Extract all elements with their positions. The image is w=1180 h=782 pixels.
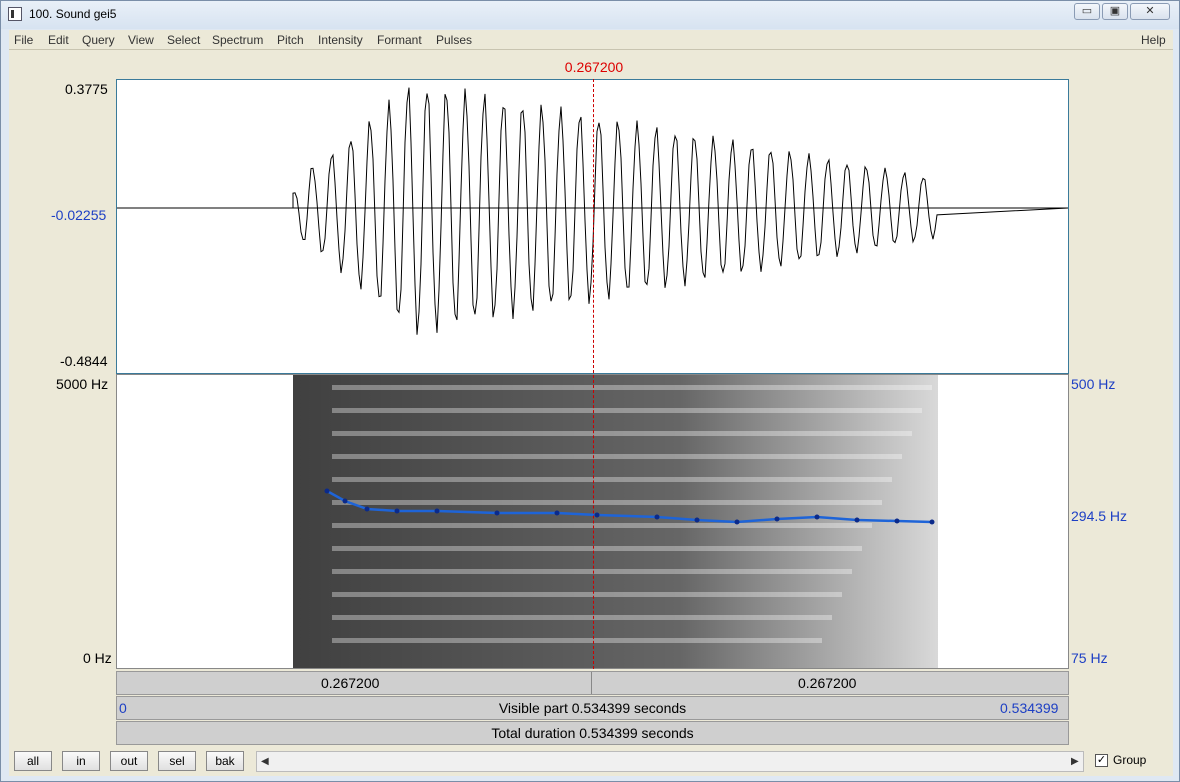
harmonic-band xyxy=(332,408,922,413)
visible-part-label: Visible part 0.534399 seconds xyxy=(498,700,687,716)
zoom-in-button[interactable]: in xyxy=(62,751,100,771)
harmonic-band xyxy=(332,477,892,482)
harmonic-band xyxy=(332,523,872,528)
menu-file[interactable]: File xyxy=(14,33,33,47)
pitch-point xyxy=(774,516,780,522)
menu-spectrum[interactable]: Spectrum xyxy=(212,33,263,47)
spectrogram-energy xyxy=(293,375,938,668)
total-duration-bar[interactable]: Total duration 0.534399 seconds xyxy=(116,721,1069,745)
menu-view[interactable]: View xyxy=(128,33,154,47)
close-button[interactable]: ✕ xyxy=(1130,3,1170,20)
harmonic-band xyxy=(332,500,882,505)
menu-query[interactable]: Query xyxy=(82,33,115,47)
pitch-point xyxy=(494,510,500,516)
pitch-point xyxy=(814,514,820,520)
pitch-point xyxy=(654,514,660,520)
pitch-mid-label: 294.5 Hz xyxy=(1071,508,1128,524)
pitch-point xyxy=(929,519,935,525)
menu-select[interactable]: Select xyxy=(167,33,200,47)
cursor-time-label: 0.267200 xyxy=(564,59,624,75)
pitch-point xyxy=(554,510,560,516)
spectrogram-fmin-label: 0 Hz xyxy=(83,650,112,666)
praat-sound-window: 100. Sound gei5 ▭ ▣ ✕ File Edit Query Vi… xyxy=(0,0,1180,782)
spectrogram-fmax-label: 5000 Hz xyxy=(56,376,109,392)
pitch-point xyxy=(894,518,900,524)
harmonic-band xyxy=(332,592,842,597)
pitch-point xyxy=(434,508,440,514)
time-bar-divider xyxy=(591,672,592,694)
pitch-point xyxy=(394,508,400,514)
harmonic-band xyxy=(332,385,932,390)
waveform-ymin-label: -0.4844 xyxy=(60,353,108,369)
pitch-point xyxy=(342,498,348,504)
window-title: 100. Sound gei5 xyxy=(29,7,117,21)
harmonic-band xyxy=(332,546,862,551)
menu-bar: File Edit Query View Select Spectrum Pit… xyxy=(9,30,1173,50)
time-bar-left[interactable]: 0.267200 xyxy=(321,675,379,691)
zoom-sel-button[interactable]: sel xyxy=(158,751,196,771)
group-label: Group xyxy=(1113,753,1147,767)
scroll-left-icon[interactable]: ◀ xyxy=(261,756,269,767)
time-scrollbar[interactable]: ◀ ▶ xyxy=(256,751,1084,772)
visible-end-label: 0.534399 xyxy=(1000,700,1059,716)
app-icon xyxy=(8,7,22,21)
visible-part-bar[interactable]: 0 Visible part 0.534399 seconds 0.534399 xyxy=(116,696,1069,720)
minimize-button[interactable]: ▭ xyxy=(1074,3,1100,20)
menu-formant[interactable]: Formant xyxy=(377,33,422,47)
zoom-out-button[interactable]: out xyxy=(110,751,148,771)
time-bar[interactable]: 0.267200 0.267200 xyxy=(116,671,1069,695)
pitch-point xyxy=(694,517,700,523)
pitch-point xyxy=(324,488,330,494)
zoom-back-button[interactable]: bak xyxy=(206,751,244,771)
waveform-ymax-label: 0.3775 xyxy=(65,81,108,97)
group-checkbox[interactable]: ✓ xyxy=(1095,754,1108,767)
pitch-point xyxy=(594,512,600,518)
harmonic-band xyxy=(332,569,852,574)
harmonic-band xyxy=(332,615,832,620)
zoom-all-button[interactable]: all xyxy=(14,751,52,771)
menu-edit[interactable]: Edit xyxy=(48,33,69,47)
maximize-button[interactable]: ▣ xyxy=(1102,3,1128,20)
harmonic-band xyxy=(332,431,912,436)
total-duration-label: Total duration 0.534399 seconds xyxy=(491,725,694,741)
menu-intensity[interactable]: Intensity xyxy=(318,33,363,47)
editor-area: 0.267200 0.3775 -0.02255 -0.4844 5000 Hz… xyxy=(9,50,1173,776)
pitch-point xyxy=(364,506,370,512)
pitch-point xyxy=(734,519,740,525)
menu-pitch[interactable]: Pitch xyxy=(277,33,304,47)
harmonic-band xyxy=(332,638,822,643)
time-bar-right[interactable]: 0.267200 xyxy=(798,675,856,691)
harmonic-band xyxy=(332,454,902,459)
pitch-point xyxy=(854,517,860,523)
title-bar[interactable]: 100. Sound gei5 ▭ ▣ ✕ xyxy=(1,1,1179,29)
pitch-max-label: 500 Hz xyxy=(1071,376,1116,392)
menu-help[interactable]: Help xyxy=(1141,33,1166,47)
menu-pulses[interactable]: Pulses xyxy=(436,33,472,47)
waveform-ymid-label: -0.02255 xyxy=(51,207,107,223)
time-cursor[interactable] xyxy=(593,79,594,669)
scroll-right-icon[interactable]: ▶ xyxy=(1071,756,1079,767)
pitch-min-label: 75 Hz xyxy=(1071,650,1108,666)
